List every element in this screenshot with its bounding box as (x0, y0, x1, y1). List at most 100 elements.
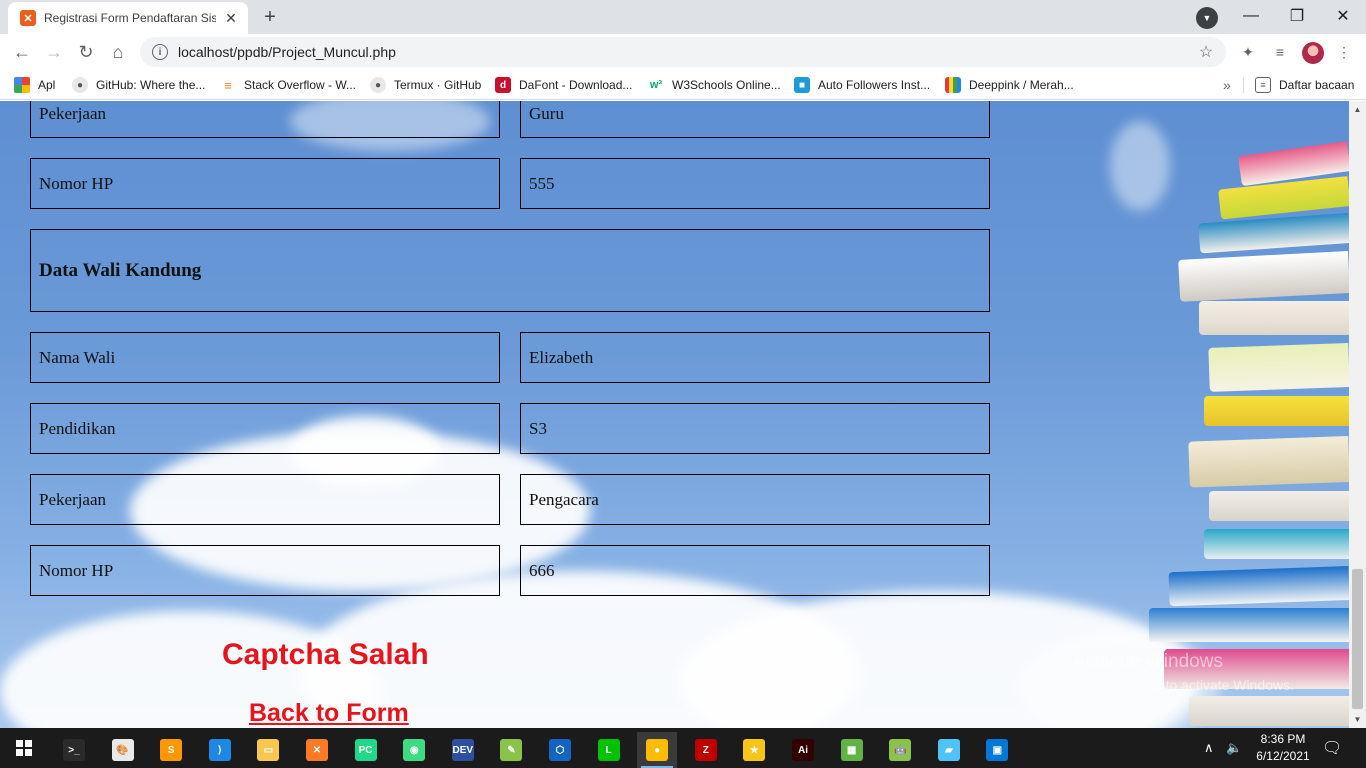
bookmark-dafont[interactable]: d DaFont - Download... (495, 76, 632, 94)
bookmark-star-icon[interactable]: ☆ (1194, 42, 1218, 62)
illustrator-icon: Ai (792, 739, 814, 761)
star-app-icon: ★ (743, 739, 766, 761)
book (1198, 213, 1349, 254)
bookmark-label: W3Schools Online... (672, 78, 781, 92)
bookmark-label: Auto Followers Inst... (818, 78, 931, 92)
taskbar-app-devcpp[interactable]: DEV (443, 732, 483, 768)
bookmark-apl[interactable]: Apl (14, 76, 55, 94)
virtualbox-icon: ⬡ (549, 739, 571, 761)
scrollbar-thumb[interactable] (1352, 569, 1363, 709)
bookmarks-divider (1243, 77, 1244, 93)
bookmark-label: Apl (38, 78, 56, 92)
bookmark-w3schools[interactable]: w³ W3Schools Online... (648, 76, 781, 94)
taskbar-app-virtualbox[interactable]: ⬡ (540, 732, 580, 768)
close-window-button[interactable]: ✕ (1320, 0, 1366, 32)
more-bookmarks-button[interactable]: » (1223, 76, 1231, 94)
bookmark-label: Stack Overflow - W... (244, 78, 357, 92)
tab-search-button[interactable]: ▼ (1196, 7, 1218, 29)
taskbar-app-file-explorer[interactable]: ▭ (248, 732, 288, 768)
apps-grid-icon (14, 77, 30, 93)
android-studio-icon: ◉ (403, 739, 426, 761)
book (1168, 566, 1349, 607)
windows-taskbar: >_ 🎨 S ⟩ ▭ ✕ PC ◉ DEV ✎ ⬡ L ● Z ★ Ai ▦ 🤖 ▰ ▣ ∧ 🔈 8:36 PM 6/… (0, 728, 1366, 768)
taskbar-app-pycharm[interactable]: PC (346, 732, 386, 768)
media-control-icon[interactable]: ≡ (1270, 42, 1290, 62)
page-scrollbar[interactable]: ▲ ▼ (1349, 101, 1366, 728)
activate-windows-watermark: Activate Windows Go to Settings to activ… (1073, 651, 1294, 693)
taskbar-app-xampp[interactable]: ✕ (297, 732, 337, 768)
bookmark-auto-followers[interactable]: ■ Auto Followers Inst... (794, 76, 930, 94)
value-pekerjaan-ayah: Guru (520, 101, 990, 138)
book (1209, 491, 1349, 521)
reading-list-button[interactable]: ≡ Daftar bacaan (1255, 76, 1354, 94)
reload-icon[interactable]: ↻ (72, 38, 100, 66)
new-tab-button[interactable]: + (256, 5, 284, 29)
back-to-form-link[interactable]: Back to Form (249, 699, 409, 728)
taskbar-app-sublime-text[interactable]: S (151, 732, 191, 768)
xampp-icon: ✕ (306, 739, 328, 761)
site-info-icon[interactable]: i (152, 44, 168, 60)
book (1208, 343, 1349, 392)
taskbar-app-star-app[interactable]: ★ (734, 732, 774, 768)
taskbar-app-photos[interactable]: ▣ (977, 732, 1017, 768)
value-nama-wali: Elizabeth (520, 332, 990, 383)
taskbar-app-filezilla[interactable]: Z (686, 732, 726, 768)
xampp-favicon-icon: ✕ (20, 10, 36, 26)
extensions-icon[interactable]: ✦ (1238, 42, 1258, 62)
restore-button[interactable]: ❐ (1274, 0, 1320, 32)
scroll-down-icon[interactable]: ▼ (1349, 711, 1366, 728)
label-nomor-hp-wali: Nomor HP (30, 545, 500, 596)
profile-avatar[interactable] (1302, 42, 1324, 64)
line-icon: L (597, 739, 620, 761)
bookmark-label: Termux · GitHub (394, 78, 482, 92)
taskbar-app-chrome[interactable]: ● (637, 732, 678, 768)
books-stack-illustration (1134, 121, 1349, 728)
taskbar-app-notepad[interactable]: ✎ (491, 732, 531, 768)
book (1204, 529, 1349, 559)
book (1178, 251, 1349, 302)
book (1189, 696, 1349, 726)
taskbar-app-android[interactable]: 🤖 (880, 732, 920, 768)
vscode-icon: ⟩ (208, 739, 231, 761)
terminal-icon: >_ (63, 739, 85, 761)
taskbar-app-paint[interactable]: 🎨 (103, 732, 143, 768)
home-icon[interactable]: ⌂ (104, 38, 132, 66)
bookmark-label: Deeppink / Merah... (969, 78, 1074, 92)
taskbar-app-pen-tool[interactable]: ▰ (929, 732, 969, 768)
taskbar-app-android-studio[interactable]: ◉ (394, 732, 434, 768)
start-button[interactable] (0, 728, 48, 768)
scroll-up-icon[interactable]: ▲ (1349, 101, 1366, 118)
cube-icon: ■ (794, 77, 810, 93)
bookmark-github[interactable]: ● GitHub: Where the... (72, 76, 205, 94)
forward-icon[interactable]: → (40, 38, 68, 66)
tab-registrasi[interactable]: ✕ Registrasi Form Pendaftaran Sisw ✕ (8, 2, 248, 34)
android-icon: 🤖 (889, 739, 912, 761)
bookmarks-bar: Apl ● GitHub: Where the... ≡ Stack Overf… (0, 70, 1366, 100)
label-nama-wali: Nama Wali (30, 332, 500, 383)
address-bar[interactable]: i localhost/ppdb/Project_Muncul.php ☆ (140, 37, 1226, 67)
taskbar-app-illustrator[interactable]: Ai (783, 732, 823, 768)
taskbar-app-vscode[interactable]: ⟩ (200, 732, 240, 768)
bookmark-stackoverflow[interactable]: ≡ Stack Overflow - W... (220, 76, 356, 94)
back-icon[interactable]: ← (8, 38, 36, 66)
show-hidden-icons-chevron-icon[interactable]: ∧ (1204, 728, 1214, 768)
menu-kebab-icon[interactable]: ⋮ (1334, 42, 1354, 62)
minimize-button[interactable]: — (1228, 0, 1274, 32)
taskbar-app-line[interactable]: L (589, 732, 629, 768)
filezilla-icon: Z (694, 739, 717, 761)
devcpp-icon: DEV (451, 739, 474, 761)
captcha-error-message: Captcha Salah (222, 638, 429, 671)
taskbar-app-bluestacks[interactable]: ▦ (832, 732, 872, 768)
label-nomor-hp-ayah: Nomor HP (30, 158, 500, 209)
notification-center-icon[interactable]: 🗨 (1322, 728, 1342, 768)
close-tab-icon[interactable]: ✕ (222, 9, 240, 27)
volume-icon[interactable]: 🔈 (1226, 728, 1242, 768)
url-text[interactable]: localhost/ppdb/Project_Muncul.php (178, 44, 1194, 60)
book (1218, 176, 1349, 220)
bookmark-termux[interactable]: ● Termux · GitHub (370, 76, 481, 94)
bookmark-deeppink[interactable]: Deeppink / Merah... (945, 76, 1074, 94)
system-clock[interactable]: 8:36 PM 6/12/2021 (1248, 731, 1318, 765)
taskbar-app-terminal[interactable]: >_ (54, 732, 94, 768)
book (1204, 396, 1349, 426)
section-heading-wali: Data Wali Kandung (30, 229, 990, 312)
